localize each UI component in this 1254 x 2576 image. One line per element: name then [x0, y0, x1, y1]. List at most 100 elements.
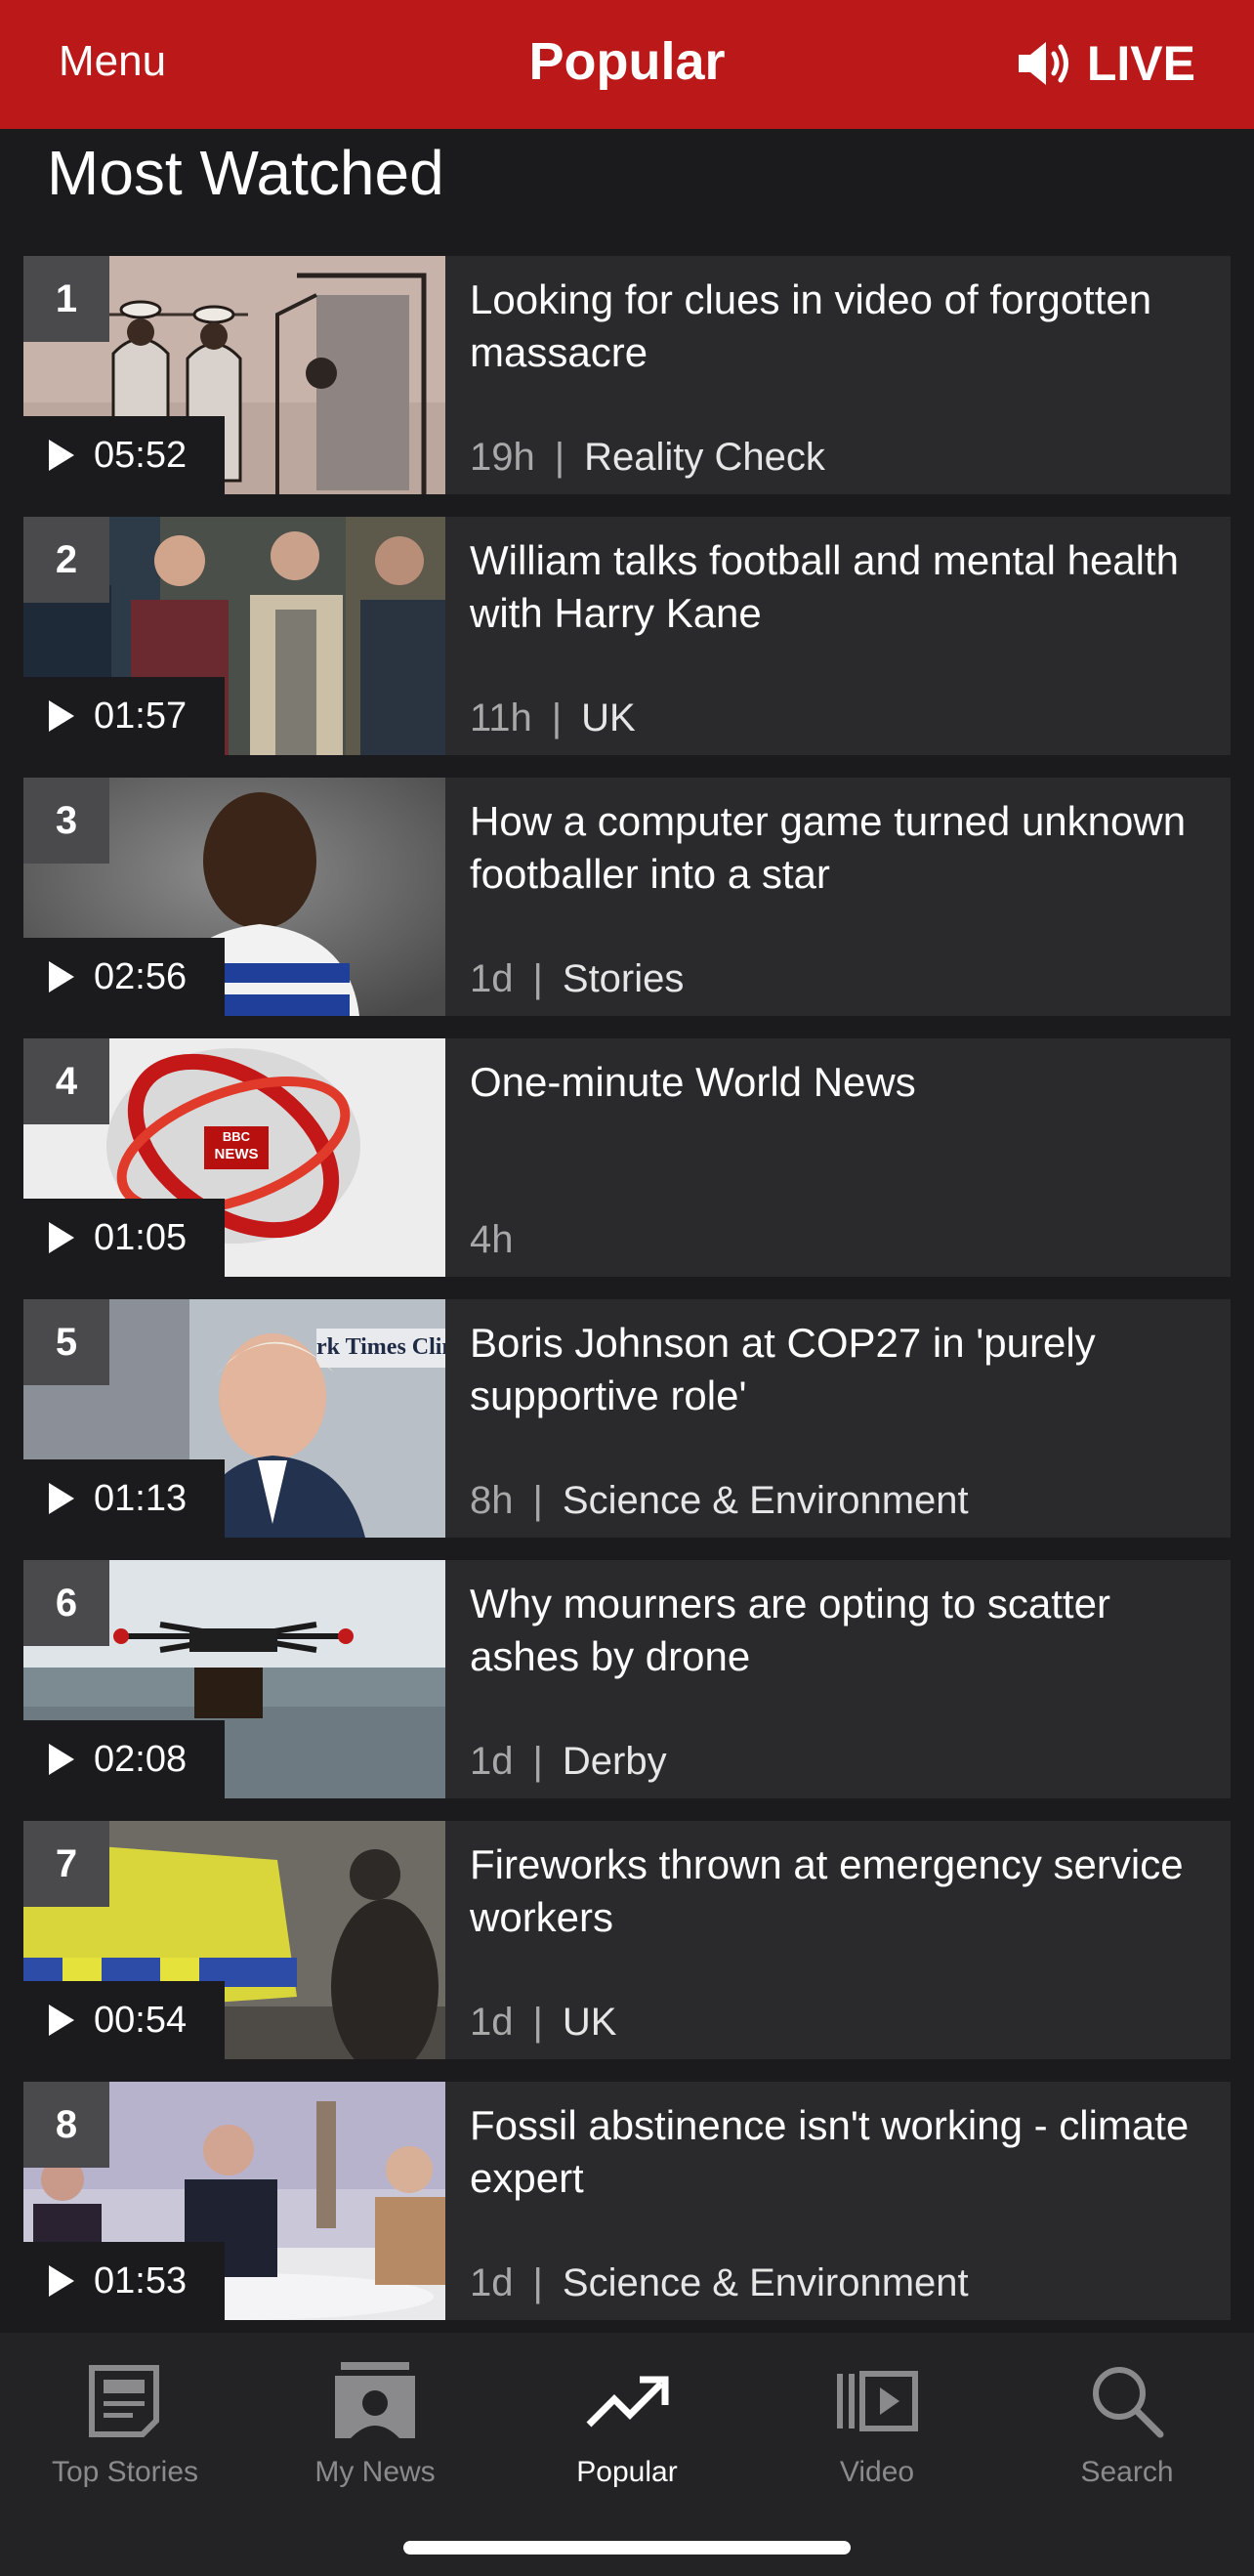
video-item[interactable]: BBC NEWS 4 01:05 One-minute World News 4…	[23, 1038, 1231, 1277]
headline[interactable]: Why mourners are opting to scatter ashes…	[470, 1578, 1211, 1683]
meta: 4h	[470, 1218, 514, 1262]
nav-label: Popular	[576, 2456, 678, 2488]
rank-badge: 2	[23, 517, 109, 603]
video-item[interactable]: rk Times Clima 5 01:13 Boris Johnson at …	[23, 1299, 1231, 1538]
play-icon	[49, 700, 74, 732]
nav-label: Search	[1080, 2456, 1174, 2488]
duration-badge: 01:57	[23, 677, 225, 755]
duration-badge: 00:54	[23, 1981, 225, 2059]
video-icon	[837, 2371, 918, 2431]
duration-badge: 02:08	[23, 1720, 225, 1798]
timestamp: 1d	[470, 957, 514, 1000]
meta: 1d | UK	[470, 2001, 616, 2045]
category: UK	[562, 2001, 617, 2044]
rank-badge: 8	[23, 2082, 109, 2168]
nav-label: My News	[314, 2456, 436, 2488]
headline[interactable]: Boris Johnson at COP27 in 'purely suppor…	[470, 1317, 1211, 1422]
nav-popular[interactable]: Popular	[502, 2352, 752, 2489]
duration-text: 01:13	[94, 1477, 188, 1519]
separator: |	[532, 1740, 543, 1783]
rank-badge: 5	[23, 1299, 109, 1385]
nav-video[interactable]: Video	[752, 2352, 1002, 2489]
meta: 1d | Stories	[470, 957, 684, 1001]
headline[interactable]: Looking for clues in video of forgotten …	[470, 274, 1211, 379]
rank-badge: 6	[23, 1560, 109, 1646]
meta: 1d | Science & Environment	[470, 2261, 969, 2305]
newspaper-icon	[89, 2365, 159, 2437]
timestamp: 8h	[470, 1479, 514, 1522]
separator: |	[532, 2001, 543, 2044]
timestamp: 1d	[470, 2261, 514, 2304]
meta: 11h | UK	[470, 697, 636, 740]
timestamp: 4h	[470, 1218, 514, 1261]
video-item[interactable]: 2 01:57 William talks football and menta…	[23, 517, 1231, 755]
home-indicator[interactable]	[403, 2541, 851, 2555]
speaker-icon	[1018, 42, 1068, 85]
play-icon	[49, 1744, 74, 1775]
play-icon	[49, 961, 74, 992]
duration-badge: 02:56	[23, 938, 225, 1016]
nav-label: Video	[839, 2456, 915, 2488]
headline[interactable]: One-minute World News	[470, 1056, 1211, 1109]
play-icon	[49, 1222, 74, 1253]
timestamp: 11h	[470, 697, 532, 739]
duration-text: 01:53	[94, 2259, 188, 2302]
video-list: 1 05:52 Looking for clues in video of fo…	[23, 256, 1231, 2343]
nav-label: Top Stories	[51, 2456, 199, 2488]
timestamp: 1d	[470, 1740, 514, 1783]
duration-text: 01:05	[94, 1216, 188, 1258]
play-icon	[49, 2265, 74, 2297]
headline[interactable]: Fireworks thrown at emergency service wo…	[470, 1838, 1211, 1944]
duration-text: 05:52	[94, 434, 188, 476]
duration-text: 02:08	[94, 1738, 188, 1780]
duration-badge: 01:13	[23, 1459, 225, 1538]
separator: |	[554, 436, 565, 479]
rank-badge: 4	[23, 1038, 109, 1124]
thumbnail-caption: rk Times Clima	[316, 1334, 445, 1360]
separator: |	[532, 1479, 543, 1522]
duration-badge: 01:53	[23, 2242, 225, 2320]
headline[interactable]: Fossil abstinence isn't working - climat…	[470, 2099, 1211, 2205]
meta: 19h | Reality Check	[470, 436, 825, 480]
bbc-news-logo: BBC NEWS	[204, 1128, 269, 1163]
category: Science & Environment	[562, 2261, 969, 2304]
video-item[interactable]: 8 01:53 Fossil abstinence isn't working …	[23, 2082, 1231, 2320]
nav-my-news[interactable]: My News	[250, 2352, 500, 2489]
rank-badge: 1	[23, 256, 109, 342]
duration-text: 01:57	[94, 695, 188, 737]
headline[interactable]: How a computer game turned unknown footb…	[470, 795, 1211, 901]
section-title: Most Watched	[47, 138, 444, 208]
top-bar: Menu Popular LIVE	[0, 0, 1254, 129]
duration-badge: 01:05	[23, 1199, 225, 1277]
nav-search[interactable]: Search	[1002, 2352, 1252, 2489]
nav-top-stories[interactable]: Top Stories	[0, 2352, 250, 2489]
video-item[interactable]: 6 02:08 Why mourners are opting to scatt…	[23, 1560, 1231, 1798]
rank-badge: 3	[23, 778, 109, 864]
timestamp: 19h	[470, 436, 535, 479]
bottom-nav: Top Stories My News Popular Video Search	[0, 2333, 1254, 2576]
bbc-logo-bottom: NEWS	[214, 1146, 259, 1162]
headline[interactable]: William talks football and mental health…	[470, 534, 1211, 640]
live-button[interactable]: LIVE	[1017, 29, 1195, 98]
person-card-icon	[335, 2362, 415, 2438]
video-item[interactable]: 3 02:56 How a computer game turned unkno…	[23, 778, 1231, 1016]
play-icon	[49, 2005, 74, 2036]
duration-text: 02:56	[94, 955, 188, 997]
bbc-logo-top: BBC	[222, 1129, 251, 1144]
live-label: LIVE	[1086, 36, 1195, 91]
separator: |	[532, 2261, 543, 2304]
rank-badge: 7	[23, 1821, 109, 1907]
category: Science & Environment	[562, 1479, 969, 1522]
category: Reality Check	[584, 436, 825, 479]
video-item[interactable]: 1 05:52 Looking for clues in video of fo…	[23, 256, 1231, 494]
video-item[interactable]: 7 00:54 Fireworks thrown at emergency se…	[23, 1821, 1231, 2059]
separator: |	[551, 697, 563, 739]
trending-icon	[586, 2376, 669, 2428]
meta: 8h | Science & Environment	[470, 1479, 969, 1523]
search-icon	[1093, 2367, 1164, 2438]
separator: |	[532, 957, 543, 1000]
duration-text: 00:54	[94, 1999, 188, 2041]
category: Stories	[562, 957, 685, 1000]
category: UK	[581, 697, 636, 739]
meta: 1d | Derby	[470, 1740, 667, 1784]
